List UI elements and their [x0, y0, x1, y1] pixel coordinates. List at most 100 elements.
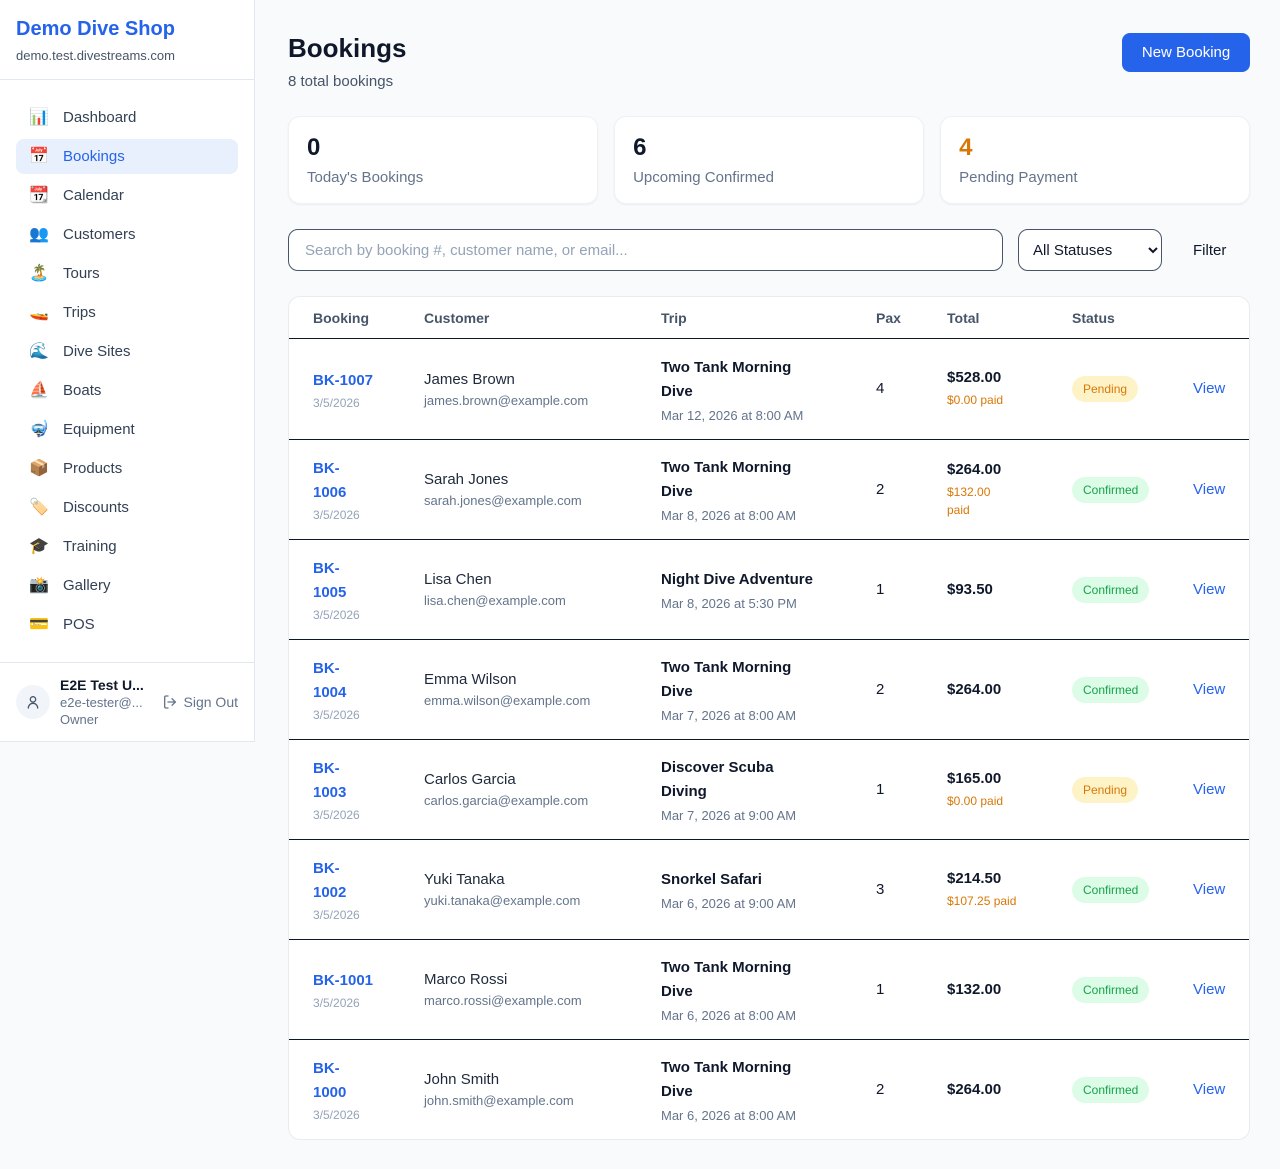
trip-datetime: Mar 6, 2026 at 9:00 AM [661, 896, 864, 911]
sidebar-item-pos[interactable]: 💳 POS [16, 607, 238, 642]
customer-cell: Lisa Chen lisa.chen@example.com [424, 571, 661, 608]
sidebar-item-trips[interactable]: 🚤 Trips [16, 295, 238, 330]
stat-label: Today's Bookings [307, 169, 579, 186]
booking-number-link[interactable]: BK-1001 [313, 969, 424, 993]
customer-email: emma.wilson@example.com [424, 693, 649, 708]
sidebar-item-training[interactable]: 🎓 Training [16, 529, 238, 564]
table-row: BK-1007 3/5/2026 James Brown james.brown… [289, 339, 1249, 439]
booking-date: 3/5/2026 [313, 508, 424, 522]
status-select[interactable]: All Statuses [1018, 229, 1162, 271]
search-input[interactable] [288, 229, 1003, 271]
booking-cell: BK-1001 3/5/2026 [313, 969, 424, 1010]
view-link[interactable]: View [1193, 781, 1225, 798]
booking-number-link[interactable]: BK- 1003 [313, 757, 424, 805]
trip-cell: Discover Scuba Diving Mar 7, 2026 at 9:0… [661, 756, 876, 823]
view-link[interactable]: View [1193, 881, 1225, 898]
stats-row: 0 Today's Bookings 6 Upcoming Confirmed … [288, 116, 1250, 204]
sidebar-item-tours[interactable]: 🏝️ Tours [16, 256, 238, 291]
status-badge: Confirmed [1072, 977, 1149, 1003]
booking-number-link[interactable]: BK- 1004 [313, 657, 424, 705]
pax-value: 2 [876, 1081, 884, 1098]
pax-cell: 4 [876, 380, 947, 398]
filter-bar: All Statuses Filter [288, 229, 1250, 271]
page-title: Bookings [288, 33, 406, 64]
app-layout: Demo Dive Shop demo.test.divestreams.com… [0, 0, 1280, 1169]
sidebar-item-dashboard[interactable]: 📊 Dashboard [16, 100, 238, 135]
sidebar-item-label: POS [63, 616, 95, 633]
booking-cell: BK- 1004 3/5/2026 [313, 657, 424, 722]
calendar-icon: 📅 [28, 149, 50, 165]
sidebar-item-customers[interactable]: 👥 Customers [16, 217, 238, 252]
booking-date: 3/5/2026 [313, 396, 424, 410]
sidebar-item-gallery[interactable]: 📸 Gallery [16, 568, 238, 603]
trip-cell: Two Tank Morning Dive Mar 6, 2026 at 8:0… [661, 956, 876, 1023]
sidebar-item-dive-sites[interactable]: 🌊 Dive Sites [16, 334, 238, 369]
trip-title: Two Tank Morning Dive [661, 956, 864, 1004]
view-link[interactable]: View [1193, 681, 1225, 698]
actions-cell: View [1193, 380, 1225, 398]
status-badge: Pending [1072, 777, 1138, 803]
booking-number-link[interactable]: BK- 1005 [313, 557, 424, 605]
actions-cell: View [1193, 981, 1225, 999]
pax-value: 1 [876, 781, 884, 798]
main-content: Bookings 8 total bookings New Booking 0 … [255, 0, 1280, 1169]
trip-datetime: Mar 6, 2026 at 8:00 AM [661, 1108, 864, 1123]
trip-cell: Two Tank Morning Dive Mar 7, 2026 at 8:0… [661, 656, 876, 723]
booking-number-link[interactable]: BK- 1000 [313, 1057, 424, 1105]
sidebar-item-equipment[interactable]: 🤿 Equipment [16, 412, 238, 447]
sidebar-item-label: Discounts [63, 499, 129, 516]
booking-date: 3/5/2026 [313, 908, 424, 922]
sidebar-item-discounts[interactable]: 🏷️ Discounts [16, 490, 238, 525]
page-title-block: Bookings 8 total bookings [288, 33, 406, 90]
customer-email: john.smith@example.com [424, 1093, 649, 1108]
booking-date: 3/5/2026 [313, 1108, 424, 1122]
sign-out-button[interactable]: Sign Out [162, 694, 238, 710]
total-cell: $528.00 $0.00 paid [947, 369, 1072, 409]
trip-cell: Two Tank Morning Dive Mar 12, 2026 at 8:… [661, 356, 876, 423]
view-link[interactable]: View [1193, 981, 1225, 998]
pax-cell: 1 [876, 981, 947, 999]
column-header-booking: Booking [313, 310, 424, 326]
status-badge: Confirmed [1072, 877, 1149, 903]
pax-cell: 1 [876, 781, 947, 799]
customer-cell: John Smith john.smith@example.com [424, 1071, 661, 1108]
actions-cell: View [1193, 581, 1225, 599]
trip-datetime: Mar 12, 2026 at 8:00 AM [661, 408, 864, 423]
stat-value: 6 [633, 134, 905, 162]
booking-date: 3/5/2026 [313, 808, 424, 822]
pax-cell: 3 [876, 881, 947, 899]
speedboat-icon: 🚤 [28, 305, 50, 321]
sidebar-item-label: Calendar [63, 187, 124, 204]
actions-cell: View [1193, 681, 1225, 699]
sidebar-item-calendar[interactable]: 📆 Calendar [16, 178, 238, 213]
booking-cell: BK- 1000 3/5/2026 [313, 1057, 424, 1122]
trip-title: Two Tank Morning Dive [661, 1056, 864, 1104]
new-booking-button[interactable]: New Booking [1122, 33, 1250, 72]
booking-number-link[interactable]: BK- 1006 [313, 457, 424, 505]
bar-chart-icon: 📊 [28, 110, 50, 126]
booking-number-link[interactable]: BK- 1002 [313, 857, 424, 905]
customer-email: yuki.tanaka@example.com [424, 893, 649, 908]
actions-cell: View [1193, 1081, 1225, 1099]
status-badge: Confirmed [1072, 477, 1149, 503]
view-link[interactable]: View [1193, 581, 1225, 598]
view-link[interactable]: View [1193, 481, 1225, 498]
sidebar-item-label: Tours [63, 265, 100, 282]
sidebar-item-bookings[interactable]: 📅 Bookings [16, 139, 238, 174]
paid-amount: $0.00 paid [947, 391, 1072, 409]
view-link[interactable]: View [1193, 1081, 1225, 1098]
view-link[interactable]: View [1193, 380, 1225, 397]
wave-icon: 🌊 [28, 344, 50, 360]
customer-name: John Smith [424, 1071, 649, 1088]
status-cell: Confirmed [1072, 477, 1193, 503]
total-cell: $264.00 [947, 681, 1072, 698]
booking-cell: BK-1007 3/5/2026 [313, 369, 424, 410]
filter-button[interactable]: Filter [1193, 242, 1226, 259]
shop-domain: demo.test.divestreams.com [16, 48, 238, 63]
sidebar-item-boats[interactable]: ⛵ Boats [16, 373, 238, 408]
sidebar-item-products[interactable]: 📦 Products [16, 451, 238, 486]
actions-cell: View [1193, 781, 1225, 799]
table-row: BK- 1003 3/5/2026 Carlos Garcia carlos.g… [289, 739, 1249, 839]
credit-card-icon: 💳 [28, 617, 50, 633]
booking-number-link[interactable]: BK-1007 [313, 369, 424, 393]
